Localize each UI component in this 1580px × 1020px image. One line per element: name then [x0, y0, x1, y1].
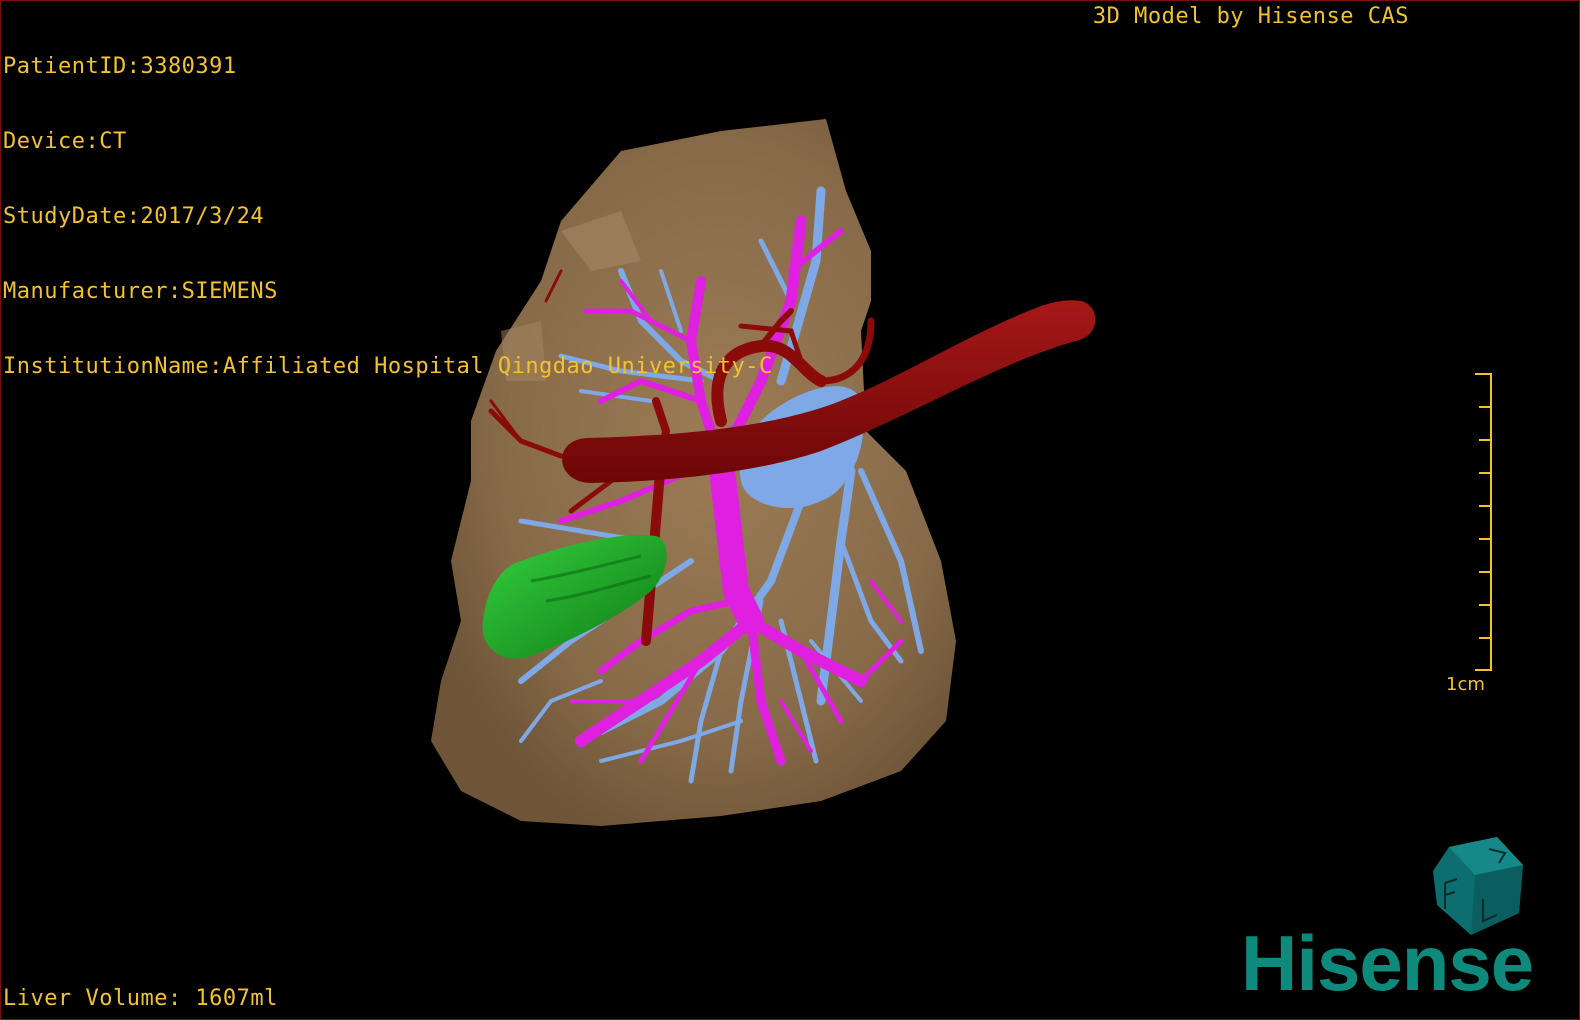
manufacturer: Manufacturer:SIEMENS [3, 279, 278, 304]
scale-label: 1cm [1446, 674, 1485, 695]
hisense-logo: Hisense [1241, 919, 1534, 1007]
device: Device:CT [3, 129, 127, 154]
study-date: StudyDate:2017/3/24 [3, 204, 265, 229]
liver-volume: Liver Volume: 1607ml [3, 986, 278, 1011]
patient-id: PatientID:3380391 [3, 54, 237, 79]
model-credit: 3D Model by Hisense CAS [1092, 4, 1409, 29]
3d-viewport[interactable]: PatientID:3380391 Device:CT StudyDate:20… [0, 0, 1580, 1020]
patient-info-overlay: PatientID:3380391 Device:CT StudyDate:20… [3, 4, 773, 429]
scale-bar [1475, 373, 1492, 671]
institution-name: InstitutionName:Affiliated Hospital Qing… [3, 354, 773, 379]
